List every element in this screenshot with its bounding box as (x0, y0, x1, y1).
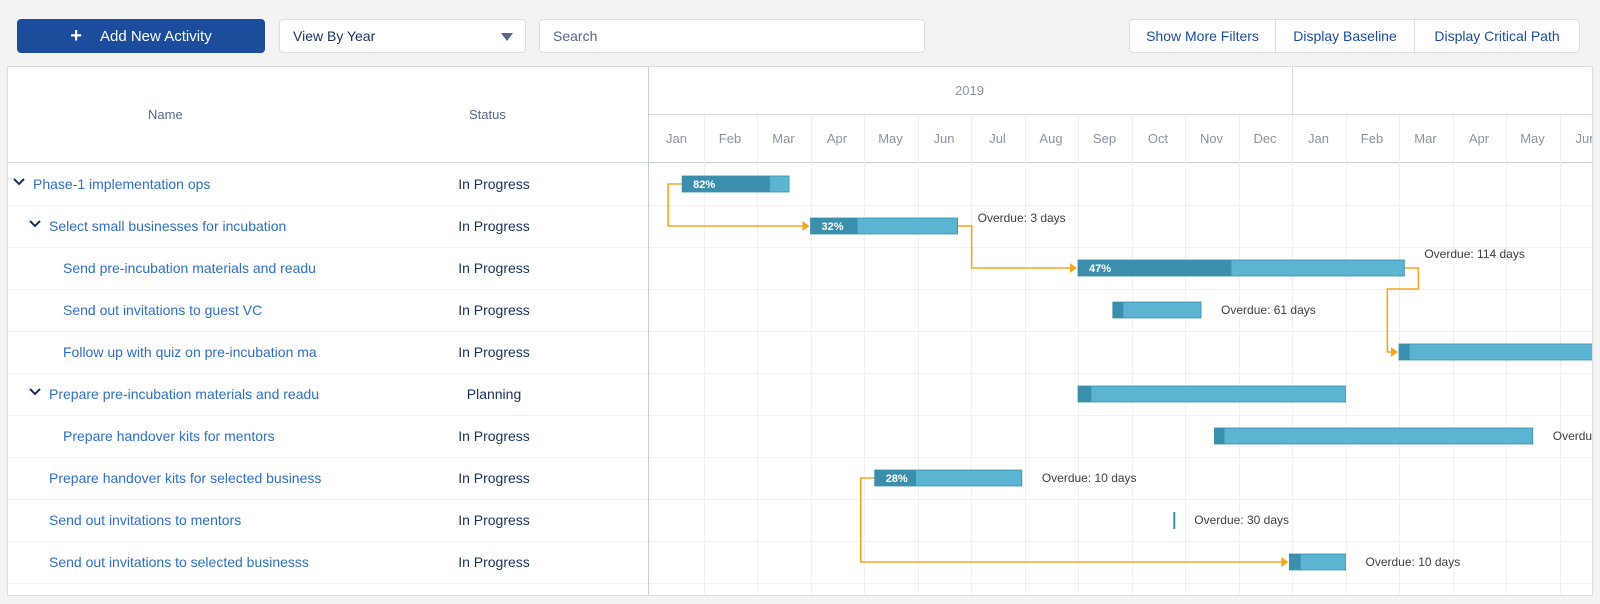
activity-row[interactable]: Send pre-incubation materials and readu I… (8, 247, 648, 290)
activity-list-header: Name Status (8, 67, 648, 163)
gantt-chart: 82% 32% Overdue: 3 days 47% Overdue: 114 day… (667, 175, 1593, 571)
chevron-down-icon[interactable] (28, 385, 42, 399)
name-column-header[interactable]: Name (148, 107, 183, 122)
toolbar: + Add New Activity View By Year Show Mor… (0, 0, 1600, 66)
progress-label: 32% (822, 221, 844, 233)
overdue-label: Overdue: 61 days (1221, 303, 1316, 317)
activity-name-link[interactable]: Send out invitations to selected busines… (49, 554, 330, 570)
activity-status: In Progress (458, 260, 530, 276)
dependency-arrowhead (1281, 557, 1289, 567)
display-baseline-button[interactable]: Display Baseline (1276, 20, 1415, 52)
search-input[interactable] (539, 19, 925, 53)
display-critical-path-button[interactable]: Display Critical Path (1415, 20, 1579, 52)
progress-label: 47% (1089, 263, 1111, 275)
activity-name-link[interactable]: Send pre-incubation materials and readu (63, 260, 330, 276)
overdue-label: Overdue: 114 days (1424, 247, 1525, 261)
activity-row[interactable]: Prepare pre-incubation materials and rea… (8, 373, 648, 416)
activity-bar[interactable] (1077, 385, 1346, 403)
activity-name-link[interactable]: Send out invitations to guest VC (63, 302, 330, 318)
activity-name-link[interactable]: Select small businesses for incubation (49, 218, 330, 234)
activity-status: Planning (466, 386, 522, 402)
activity-row[interactable]: Send out invitations to mentors In Progre… (8, 499, 648, 542)
dependency-connector (1386, 267, 1420, 353)
view-options-button-group: Show More Filters Display Baseline Displ… (1129, 19, 1580, 53)
activity-bar[interactable] (1112, 301, 1202, 319)
progress-label: 28% (886, 473, 908, 485)
overdue-label: Overdue: 30 days (1194, 513, 1289, 527)
gantt-panel: Name Status Phase-1 implementation ops In… (7, 66, 1593, 596)
activity-status: In Progress (458, 470, 530, 486)
activity-row[interactable]: Send out invitations to selected busines… (8, 541, 648, 584)
milestone-marker[interactable] (1173, 512, 1176, 529)
activity-name-link[interactable]: Follow up with quiz on pre-incubation ma (63, 344, 330, 360)
chevron-down-icon[interactable] (28, 217, 42, 231)
activity-name-link[interactable]: Prepare handover kits for selected busin… (49, 470, 330, 486)
progress-label: 82% (693, 179, 715, 191)
activity-row[interactable]: Follow up with quiz on pre-incubation ma… (8, 331, 648, 374)
activity-status: In Progress (458, 176, 530, 192)
activity-row[interactable]: Phase-1 implementation ops In Progress (8, 163, 648, 206)
activity-bar-progress (1214, 428, 1225, 444)
activity-status: In Progress (458, 344, 530, 360)
activity-name-link[interactable]: Prepare pre-incubation materials and rea… (49, 386, 330, 402)
view-by-select[interactable]: View By Year (279, 19, 526, 53)
activity-name-link[interactable]: Phase-1 implementation ops (33, 176, 330, 192)
activity-bar[interactable] (1214, 427, 1534, 445)
activity-status: In Progress (458, 554, 530, 570)
add-new-activity-label: Add New Activity (99, 27, 212, 45)
activity-name-link[interactable]: Prepare handover kits for mentors (63, 428, 330, 444)
activity-bar[interactable] (1398, 343, 1593, 361)
show-more-filters-button[interactable]: Show More Filters (1130, 20, 1276, 52)
activity-status: In Progress (458, 428, 530, 444)
overdue-label: Overdue: 10 days (1042, 471, 1137, 485)
activity-bar-progress (1289, 554, 1301, 570)
dependency-connector (957, 225, 1072, 269)
activity-bar-progress (1078, 386, 1092, 402)
timeline: 2019 Jan Feb Mar Apr May Jun Jul Aug Sep Oct Nov De… (649, 67, 1593, 595)
dependency-arrowhead (1070, 263, 1077, 273)
add-new-activity-button[interactable]: + Add New Activity (17, 19, 265, 53)
overdue-label: Overdue: 10 days (1366, 555, 1461, 569)
activity-status: In Progress (458, 218, 530, 234)
view-by-value: View By Year (293, 28, 376, 44)
activity-list: Name Status Phase-1 implementation ops In… (8, 67, 649, 595)
activity-row[interactable]: Select small businesses for incubation In… (8, 205, 648, 248)
activity-row[interactable]: Send out invitations to guest VC In Progr… (8, 289, 648, 332)
dependency-arrowhead (1391, 347, 1398, 357)
overdue-label: Overdue: 3 days (978, 211, 1066, 225)
plus-icon: + (70, 25, 82, 47)
dependency-arrowhead (802, 221, 810, 231)
chevron-down-icon[interactable] (12, 175, 26, 189)
overdue-label: Overdu (1553, 429, 1592, 443)
status-column-header[interactable]: Status (469, 107, 506, 122)
activity-row[interactable]: Prepare handover kits for selected busin… (8, 457, 648, 500)
activity-bar-progress (1399, 344, 1410, 360)
activity-row[interactable]: Prepare handover kits for mentors In Prog… (8, 415, 648, 458)
activity-name-link[interactable]: Send out invitations to mentors (49, 512, 330, 528)
caret-down-icon (501, 33, 513, 41)
activity-bar-progress (1112, 302, 1124, 318)
activity-status: In Progress (458, 302, 530, 318)
activity-status: In Progress (458, 512, 530, 528)
